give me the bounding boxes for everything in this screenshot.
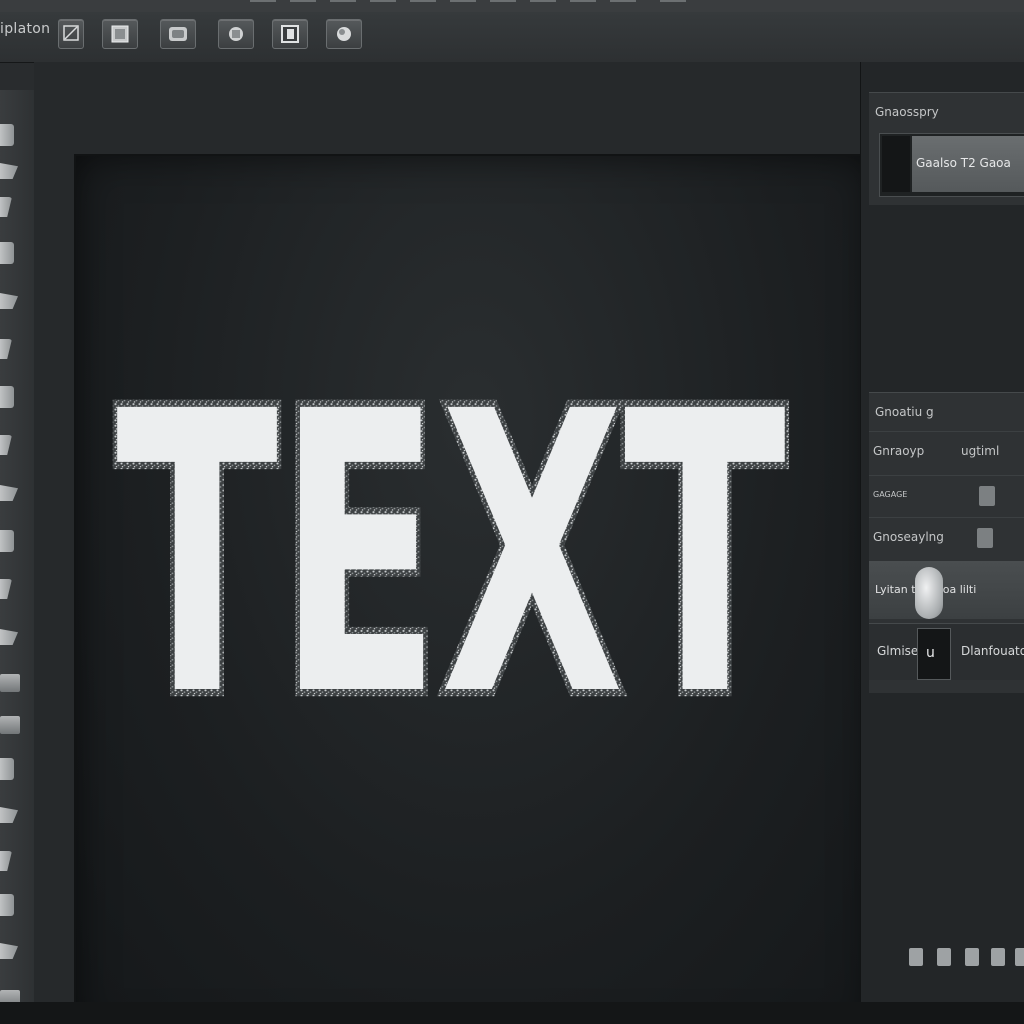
eyedropper-tool[interactable] xyxy=(0,334,26,364)
menu-item[interactable] xyxy=(450,0,476,12)
image-button[interactable] xyxy=(160,19,196,49)
menu-item[interactable] xyxy=(570,0,596,12)
new-layer-icon[interactable] xyxy=(1015,948,1024,966)
right-panels: Gnaosspry Gaalso T2 Gaoa Gnoatiu g Gnrao… xyxy=(860,62,1024,1024)
spacing-label: Gnoseaylng xyxy=(873,530,944,544)
tracking-slider[interactable]: Lyitan tiu anoa lilti xyxy=(869,561,1024,619)
hand-icon xyxy=(0,943,18,959)
layer-row[interactable]: Glmise u Dlanfouato xyxy=(869,623,1024,680)
history-brush-icon xyxy=(0,530,14,552)
menu-item[interactable] xyxy=(410,0,436,12)
type-tool[interactable] xyxy=(0,800,26,830)
canvas-text-layer[interactable]: TEXT xyxy=(108,320,798,740)
layout-icon xyxy=(63,25,79,41)
shape-icon xyxy=(0,894,14,916)
frame-button[interactable] xyxy=(102,19,138,49)
dodge-icon xyxy=(0,716,20,734)
menu-item[interactable] xyxy=(530,0,556,12)
menu-item[interactable] xyxy=(610,0,636,12)
font-family-label: Gnraoyp xyxy=(873,444,925,458)
shape-tool[interactable] xyxy=(0,890,26,920)
crop-icon xyxy=(229,27,243,41)
menu-item[interactable] xyxy=(330,0,356,12)
crop-icon xyxy=(0,293,18,309)
layer-thumbnail-glyph: u xyxy=(926,645,935,661)
wand-tool[interactable] xyxy=(0,238,26,268)
frame-icon xyxy=(111,25,129,43)
move-icon xyxy=(0,124,14,146)
shape-button[interactable] xyxy=(326,19,362,49)
layers-icon xyxy=(281,25,299,43)
layers-button[interactable] xyxy=(272,19,308,49)
menu-item[interactable] xyxy=(370,0,396,12)
panel-footer-icons xyxy=(901,942,1024,970)
brush-icon xyxy=(0,435,12,455)
hand-tool[interactable] xyxy=(0,936,26,966)
type-icon xyxy=(0,807,18,823)
pen-tool[interactable] xyxy=(0,754,26,784)
gradient-icon xyxy=(0,629,18,645)
layer-label: Glmise xyxy=(877,644,919,658)
path-select-tool[interactable] xyxy=(0,846,26,876)
menu-item[interactable] xyxy=(490,0,516,12)
path-select-icon xyxy=(0,851,12,871)
history-brush-tool[interactable] xyxy=(0,526,26,556)
blur-icon xyxy=(0,674,20,692)
canvas-text: TEXT xyxy=(116,330,787,740)
swatch-label: Gaalso T2 Gaoa xyxy=(916,156,1011,170)
image-icon xyxy=(169,27,187,41)
eyedropper-icon xyxy=(0,339,12,359)
wand-icon xyxy=(0,242,14,264)
menu-item[interactable] xyxy=(250,0,276,12)
dodge-tool[interactable] xyxy=(0,712,26,742)
add-mask-icon[interactable] xyxy=(965,948,979,966)
marquee-tool[interactable] xyxy=(0,156,26,186)
move-tool[interactable] xyxy=(0,120,26,150)
color-swatch-row[interactable]: Gaalso T2 Gaoa xyxy=(879,133,1024,197)
font-family-row[interactable]: Gnraoyp ugtiml xyxy=(869,431,1024,472)
pen-icon xyxy=(0,758,14,780)
font-style-label: GAGAGE xyxy=(873,490,908,499)
shape-icon xyxy=(337,27,351,41)
healing-tool[interactable] xyxy=(0,382,26,412)
brush-tool[interactable] xyxy=(0,430,26,460)
properties-panel-title: Gnaosspry xyxy=(875,105,939,119)
stamp-icon xyxy=(0,485,18,501)
spacing-toggle[interactable] xyxy=(977,528,993,548)
slider-knob[interactable] xyxy=(915,567,943,619)
layer-thumbnail[interactable]: u xyxy=(917,628,951,680)
eraser-tool[interactable] xyxy=(0,574,26,604)
crop-tool[interactable] xyxy=(0,286,26,316)
link-layers-icon[interactable] xyxy=(909,948,923,966)
status-bar xyxy=(0,1002,1024,1024)
layout-button[interactable] xyxy=(58,19,84,49)
character-panel: Gnoatiu g Gnraoyp ugtiml GAGAGE Gnoseayl… xyxy=(869,392,1024,693)
crop-button[interactable] xyxy=(218,19,254,49)
font-family-value[interactable]: ugtiml xyxy=(961,444,999,458)
add-style-icon[interactable] xyxy=(937,948,951,966)
tool-name-label: iplaton xyxy=(0,21,51,37)
options-bar: iplaton xyxy=(0,12,1024,63)
spacing-row[interactable]: Gnoseaylng xyxy=(869,517,1024,558)
color-swatch[interactable] xyxy=(882,136,910,192)
lasso-icon xyxy=(0,197,12,217)
stamp-tool[interactable] xyxy=(0,478,26,508)
layer-name: Dlanfouato xyxy=(961,644,1024,658)
new-adjustment-icon[interactable] xyxy=(991,948,1005,966)
marquee-icon xyxy=(0,163,18,179)
tools-panel xyxy=(0,90,35,1024)
photo-editor-window: iplaton TEXT Gnaosspry Gaalso T2 Gaoa Gn… xyxy=(0,0,1024,1024)
gradient-tool[interactable] xyxy=(0,622,26,652)
eraser-icon xyxy=(0,579,12,599)
character-panel-title: Gnoatiu g xyxy=(875,405,934,419)
menu-item[interactable] xyxy=(290,0,316,12)
font-style-toggle[interactable] xyxy=(979,486,995,506)
properties-panel: Gnaosspry Gaalso T2 Gaoa xyxy=(869,92,1024,205)
healing-icon xyxy=(0,386,14,408)
blur-tool[interactable] xyxy=(0,670,26,700)
font-style-row[interactable]: GAGAGE xyxy=(869,475,1024,516)
lasso-tool[interactable] xyxy=(0,192,26,222)
menu-item[interactable] xyxy=(660,0,686,12)
swatch-label-box: Gaalso T2 Gaoa xyxy=(912,136,1024,192)
